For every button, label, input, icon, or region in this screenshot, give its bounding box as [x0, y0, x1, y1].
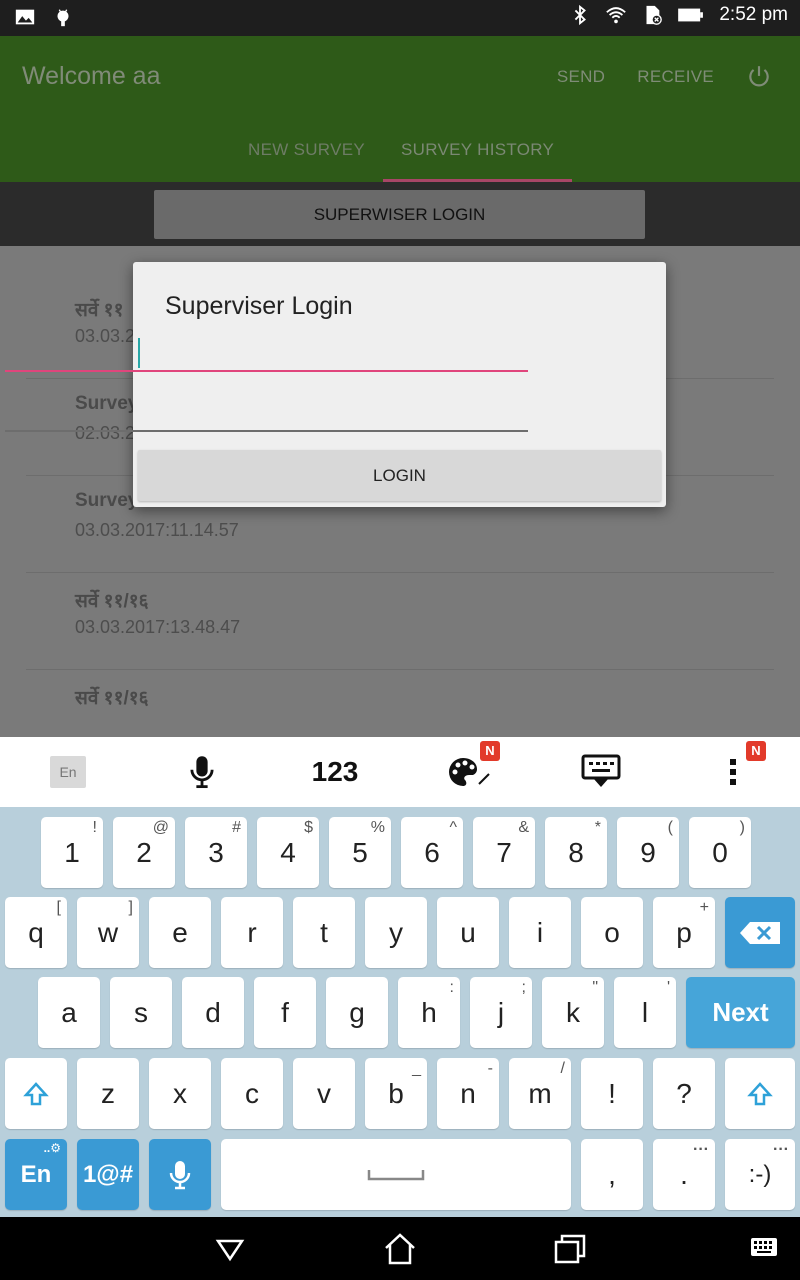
username-field[interactable]: [5, 328, 528, 372]
shift-icon: [23, 1081, 49, 1105]
key[interactable]: ?: [653, 1058, 715, 1129]
settings-icon: ..⚙: [43, 1141, 61, 1155]
supervisor-login-button[interactable]: SUPERWISER LOGIN: [154, 190, 645, 239]
key[interactable]: l ': [614, 977, 676, 1048]
emoji-key[interactable]: :-) ···: [725, 1139, 795, 1210]
list-item-title: सर्वे ११/१६: [75, 688, 149, 709]
key[interactable]: x: [149, 1058, 211, 1129]
key[interactable]: c: [221, 1058, 283, 1129]
key[interactable]: o: [581, 897, 643, 968]
key[interactable]: 0): [689, 817, 751, 888]
key[interactable]: z: [77, 1058, 139, 1129]
key[interactable]: 4 $: [257, 817, 319, 888]
key[interactable]: 6 ^: [401, 817, 463, 888]
keyboard-icon[interactable]: [750, 1237, 778, 1259]
list-item-date: 03.03.2017:11.14.57: [75, 520, 239, 540]
key[interactable]: m /: [509, 1058, 571, 1129]
key[interactable]: p +: [653, 897, 715, 968]
wifi-icon: [606, 7, 627, 24]
language-key[interactable]: En ..⚙: [5, 1139, 67, 1210]
key[interactable]: g: [326, 977, 388, 1048]
mic-icon: [169, 1160, 191, 1189]
voice-key[interactable]: [149, 1139, 211, 1210]
navigation-bar: [0, 1217, 800, 1280]
battery-icon: [678, 8, 704, 22]
key[interactable]: h:: [398, 977, 460, 1048]
key[interactable]: n-: [437, 1058, 499, 1129]
mic-icon[interactable]: [188, 754, 216, 790]
back-icon[interactable]: [212, 1231, 248, 1267]
key[interactable]: d: [182, 977, 244, 1048]
key[interactable]: i: [509, 897, 571, 968]
comma-key[interactable]: ,: [581, 1139, 643, 1210]
numbers-button[interactable]: 123: [312, 756, 359, 788]
home-icon[interactable]: [382, 1231, 418, 1267]
tab-survey-history[interactable]: SURVEY HISTORY: [383, 132, 573, 182]
send-button[interactable]: SEND: [557, 67, 605, 87]
list-item[interactable]: सर्वे ११/१६: [26, 670, 774, 737]
receive-button[interactable]: RECEIVE: [637, 67, 714, 87]
text-caret: [138, 338, 140, 368]
key[interactable]: 9(: [617, 817, 679, 888]
key[interactable]: v: [293, 1058, 355, 1129]
list-item-date: 03.03.2017:13.48.47: [75, 617, 241, 637]
period-key[interactable]: . ···: [653, 1139, 715, 1210]
key[interactable]: f: [254, 977, 316, 1048]
key[interactable]: q[: [5, 897, 67, 968]
login-button[interactable]: LOGIN: [138, 450, 661, 501]
keyboard-toolbar: En 123 N N: [0, 737, 800, 807]
key[interactable]: r: [221, 897, 283, 968]
key[interactable]: y: [365, 897, 427, 968]
more-vert-icon[interactable]: [729, 757, 737, 787]
shift-key-right[interactable]: [725, 1058, 795, 1129]
palette-badge: N: [480, 741, 500, 761]
space-key[interactable]: [221, 1139, 571, 1210]
backspace-icon: [740, 921, 780, 944]
app-title: Welcome aa: [22, 62, 161, 90]
key[interactable]: 1!: [41, 817, 103, 888]
superviser-login-dialog: Superviser Login LOGIN: [133, 262, 666, 507]
key[interactable]: u: [437, 897, 499, 968]
key[interactable]: 3 #: [185, 817, 247, 888]
space-icon: [367, 1169, 425, 1180]
dialog-title: Superviser Login: [165, 292, 353, 320]
sim-off-icon: [646, 5, 663, 25]
password-field[interactable]: [5, 388, 528, 432]
symbols-key[interactable]: 1@#: [77, 1139, 139, 1210]
clock: 2:52 pm: [719, 4, 788, 25]
key[interactable]: k ": [542, 977, 604, 1048]
app-bar: Welcome aa SEND RECEIVE NEW SURVEY SURVE…: [0, 36, 800, 182]
more-badge: N: [746, 741, 766, 761]
key[interactable]: w]: [77, 897, 139, 968]
backspace-key[interactable]: [725, 897, 795, 968]
supervisor-bar: SUPERWISER LOGIN: [0, 182, 800, 246]
power-icon[interactable]: [746, 64, 772, 90]
key[interactable]: t: [293, 897, 355, 968]
list-item-title: सर्वे ११: [75, 300, 124, 321]
shift-key[interactable]: [5, 1058, 67, 1129]
key[interactable]: s: [110, 977, 172, 1048]
keyboard-hide-icon[interactable]: [581, 754, 621, 790]
tab-new-survey[interactable]: NEW SURVEY: [230, 132, 383, 182]
list-item-title: सर्वे ११/१६: [75, 591, 149, 612]
android-icon: [57, 9, 69, 27]
key[interactable]: b _: [365, 1058, 427, 1129]
key[interactable]: 8 *: [545, 817, 607, 888]
key[interactable]: 5%: [329, 817, 391, 888]
bluetooth-icon: [575, 4, 587, 26]
key[interactable]: a: [38, 977, 100, 1048]
key[interactable]: e: [149, 897, 211, 968]
language-toggle[interactable]: En: [50, 756, 86, 788]
key[interactable]: j;: [470, 977, 532, 1048]
status-bar: 2:52 pm: [0, 0, 800, 36]
next-key[interactable]: Next: [686, 977, 795, 1048]
key[interactable]: 2 @: [113, 817, 175, 888]
key[interactable]: !: [581, 1058, 643, 1129]
keyboard: 1! 2 @ 3 # 4 $ 5% 6 ^ 7 & 8 * 9( 0) q[ w] e r …: [0, 807, 800, 1217]
shift-icon: [747, 1081, 773, 1105]
image-icon: [15, 9, 35, 25]
recents-icon[interactable]: [552, 1231, 588, 1267]
key[interactable]: 7 &: [473, 817, 535, 888]
list-item[interactable]: सर्वे ११/१६ 03.03.2017:13.48.47: [26, 573, 774, 670]
